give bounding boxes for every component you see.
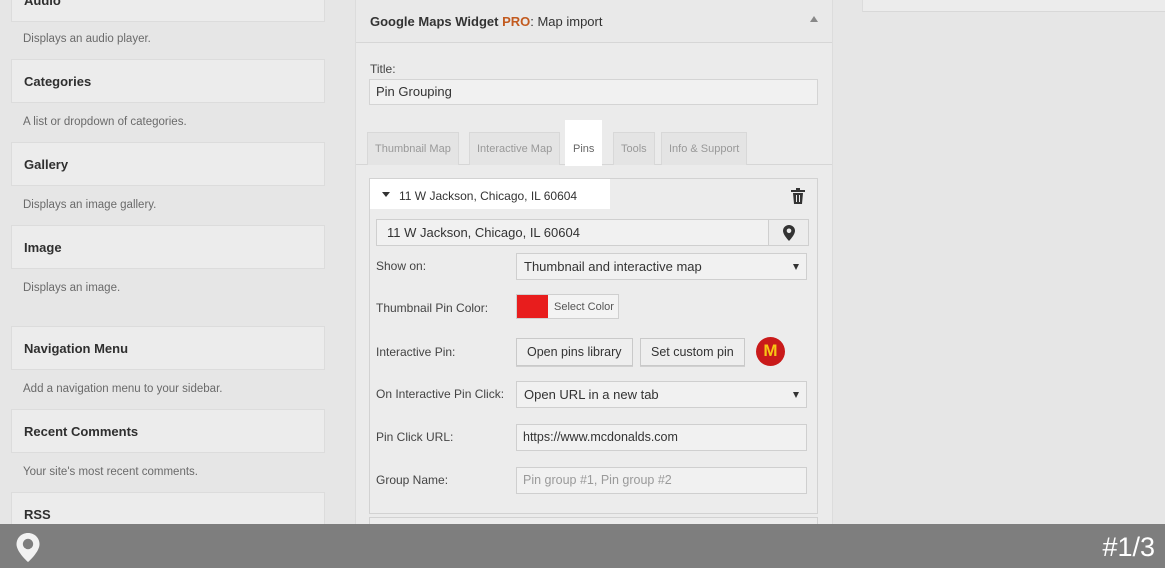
panel-title-main: Google Maps Widget <box>370 14 503 29</box>
group-name-input[interactable]: Pin group #1, Pin group #2 <box>516 467 807 494</box>
interactive-pin-label: Interactive Pin: <box>376 345 456 359</box>
custom-pin-glyph: M <box>763 341 778 360</box>
pin-address-group: 11 W Jackson, Chicago, IL 60604 <box>376 219 809 246</box>
pro-label: PRO <box>502 14 531 29</box>
slideshow-footer: #1/3 <box>0 524 1165 568</box>
tab-tools[interactable]: Tools <box>613 132 655 165</box>
on-pin-click-value: Open URL in a new tab <box>524 387 659 402</box>
color-swatch <box>517 295 548 318</box>
trash-icon[interactable] <box>791 188 805 204</box>
open-pins-library-button[interactable]: Open pins library <box>516 338 633 366</box>
widget-audio[interactable]: Audio <box>11 0 325 22</box>
pin-click-url-input[interactable]: https://www.mcdonalds.com <box>516 424 807 451</box>
pin-header-label: 11 W Jackson, Chicago, IL 60604 <box>399 189 578 203</box>
settings-tabs: Thumbnail Map Interactive Map Pins Tools… <box>367 120 833 166</box>
set-custom-pin-button[interactable]: Set custom pin <box>640 338 745 366</box>
show-on-label: Show on: <box>376 259 427 273</box>
caret-down-icon <box>793 264 799 270</box>
group-name-label: Group Name: <box>376 473 449 487</box>
widget-title: Image <box>24 240 62 255</box>
slide-counter: #1/3 <box>1102 532 1155 562</box>
widget-recent-comments[interactable]: Recent Comments <box>11 409 325 453</box>
widget-title: Gallery <box>24 157 69 172</box>
widget-description: Your site's most recent comments. <box>23 466 198 478</box>
pin-accordion: 11 W Jackson, Chicago, IL 60604 11 W Jac… <box>369 178 818 514</box>
widget-settings-panel: Google Maps Widget PRO: Map import Title… <box>355 0 833 568</box>
widget-description: Displays an image. <box>23 282 121 294</box>
widget-title: Audio <box>24 0 61 8</box>
show-on-value: Thumbnail and interactive map <box>524 259 702 274</box>
on-pin-click-label: On Interactive Pin Click: <box>376 387 505 401</box>
available-widgets-list: Audio Displays an audio player. Categori… <box>0 0 340 568</box>
widget-title: RSS <box>24 507 51 522</box>
caret-down-icon <box>793 392 799 398</box>
thumbnail-pin-color-picker[interactable]: Select Color <box>516 294 619 319</box>
map-marker-icon <box>783 225 795 241</box>
title-input[interactable]: Pin Grouping <box>369 79 818 105</box>
select-color-label: Select Color <box>554 301 614 313</box>
panel-header[interactable]: Google Maps Widget PRO: Map import <box>356 0 832 43</box>
widget-title: Recent Comments <box>24 424 139 439</box>
widget-description: Displays an audio player. <box>23 33 151 45</box>
widget-title: Categories <box>24 74 92 89</box>
pin-click-url-label: Pin Click URL: <box>376 430 454 444</box>
show-on-select[interactable]: Thumbnail and interactive map <box>516 253 807 280</box>
tab-thumbnail-map[interactable]: Thumbnail Map <box>367 132 459 165</box>
map-pin-logo-icon <box>16 533 40 562</box>
widget-description: Displays an image gallery. <box>23 199 157 211</box>
widget-title: Navigation Menu <box>24 341 129 356</box>
tab-interactive-map[interactable]: Interactive Map <box>469 132 561 165</box>
title-label: Title: <box>370 62 396 76</box>
widget-description: A list or dropdown of categories. <box>23 116 187 128</box>
locate-address-button[interactable] <box>768 219 809 246</box>
sidebar-area-strip <box>862 0 1165 12</box>
custom-pin-preview-icon: M <box>756 337 785 366</box>
on-pin-click-select[interactable]: Open URL in a new tab <box>516 381 807 408</box>
thumbnail-pin-color-label: Thumbnail Pin Color: <box>376 301 489 315</box>
expand-triangle-icon <box>382 192 390 197</box>
panel-title-sub: : Map import <box>530 14 603 29</box>
panel-title: Google Maps Widget PRO: Map import <box>370 14 602 29</box>
widget-description: Add a navigation menu to your sidebar. <box>23 383 223 395</box>
collapse-arrow-icon[interactable] <box>810 16 818 22</box>
widget-gallery[interactable]: Gallery <box>11 142 325 186</box>
pin-accordion-header[interactable]: 11 W Jackson, Chicago, IL 60604 <box>370 179 610 209</box>
pin-address-input[interactable]: 11 W Jackson, Chicago, IL 60604 <box>376 219 769 246</box>
tab-info-support[interactable]: Info & Support <box>661 132 748 165</box>
widget-categories[interactable]: Categories <box>11 59 325 103</box>
widget-navigation-menu[interactable]: Navigation Menu <box>11 326 325 370</box>
tab-pins[interactable]: Pins <box>565 120 603 166</box>
widget-image[interactable]: Image <box>11 225 325 269</box>
